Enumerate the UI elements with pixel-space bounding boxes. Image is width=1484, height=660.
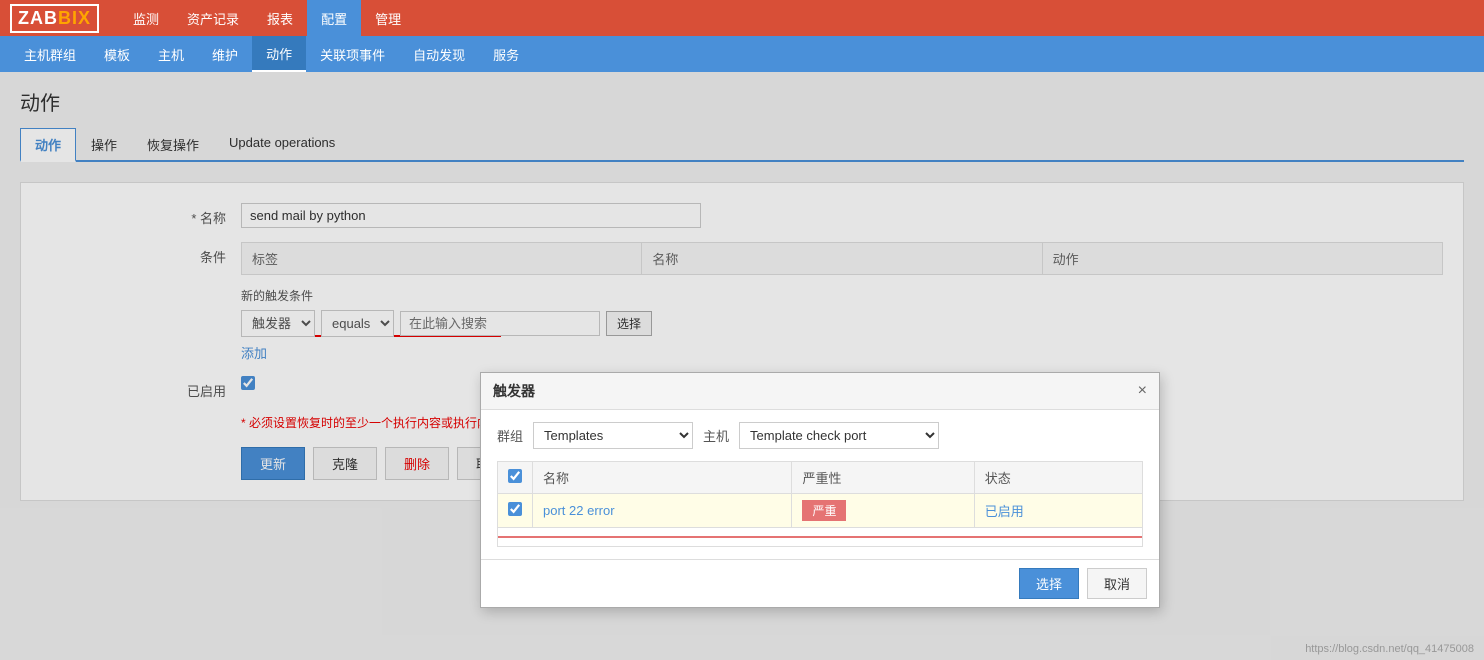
modal-footer: 选择 取消 (481, 559, 1159, 607)
nav-actions[interactable]: 动作 (252, 36, 306, 72)
nav-autodiscovery[interactable]: 自动发现 (399, 36, 479, 72)
page-content: 动作 动作 操作 恢复操作 Update operations * 名称 条件 … (0, 72, 1484, 660)
nav-hostgroups[interactable]: 主机群组 (10, 36, 90, 72)
modal-filter-row: 群组 Templates 主机 Template check port (497, 422, 1143, 449)
row-checkbox[interactable] (508, 502, 522, 516)
nav-templates[interactable]: 模板 (90, 36, 144, 72)
nav-admin[interactable]: 管理 (361, 0, 415, 36)
trigger-name-link[interactable]: port 22 error (543, 503, 615, 518)
status-value: 已启用 (985, 504, 1024, 519)
zabbix-logo: ZABBIX (10, 4, 99, 33)
modal-cancel-button[interactable]: 取消 (1087, 568, 1147, 599)
status-cell: 已启用 (974, 494, 1142, 528)
select-all-checkbox[interactable] (508, 469, 522, 483)
col-checkbox (498, 462, 533, 494)
group-select[interactable]: Templates (533, 422, 693, 449)
nav-config[interactable]: 配置 (307, 0, 361, 36)
nav-assets[interactable]: 资产记录 (173, 0, 253, 36)
modal-select-button[interactable]: 选择 (1019, 568, 1079, 599)
nav-hosts[interactable]: 主机 (144, 36, 198, 72)
top-nav-items: 监测 资产记录 报表 配置 管理 (119, 0, 415, 36)
table-row: port 22 error 严重 已启用 (498, 494, 1143, 528)
trigger-modal: 触发器 × 群组 Templates 主机 Template check por… (480, 372, 1160, 608)
col-trigger-name: 名称 (533, 462, 792, 494)
col-status: 状态 (974, 462, 1142, 494)
nav-maintenance[interactable]: 维护 (198, 36, 252, 72)
severity-badge: 严重 (802, 500, 846, 521)
group-label: 群组 (497, 426, 523, 445)
host-label: 主机 (703, 426, 729, 445)
trigger-name-cell: port 22 error (533, 494, 792, 528)
nav-reports[interactable]: 报表 (253, 0, 307, 36)
modal-body: 群组 Templates 主机 Template check port 名称 (481, 410, 1159, 559)
modal-red-line (498, 536, 1142, 538)
modal-close-button[interactable]: × (1138, 383, 1147, 399)
row-checkbox-cell (498, 494, 533, 528)
second-navigation: 主机群组 模板 主机 维护 动作 关联项事件 自动发现 服务 (0, 36, 1484, 72)
modal-title: 触发器 (493, 381, 535, 401)
top-navigation: ZABBIX 监测 资产记录 报表 配置 管理 (0, 0, 1484, 36)
modal-header: 触发器 × (481, 373, 1159, 410)
col-severity: 严重性 (792, 462, 974, 494)
host-select[interactable]: Template check port (739, 422, 939, 449)
severity-cell: 严重 (792, 494, 974, 528)
nav-monitor[interactable]: 监测 (119, 0, 173, 36)
trigger-table: 名称 严重性 状态 port 22 error 严重 (497, 461, 1143, 547)
nav-services[interactable]: 服务 (479, 36, 533, 72)
nav-event-correlation[interactable]: 关联项事件 (306, 36, 399, 72)
